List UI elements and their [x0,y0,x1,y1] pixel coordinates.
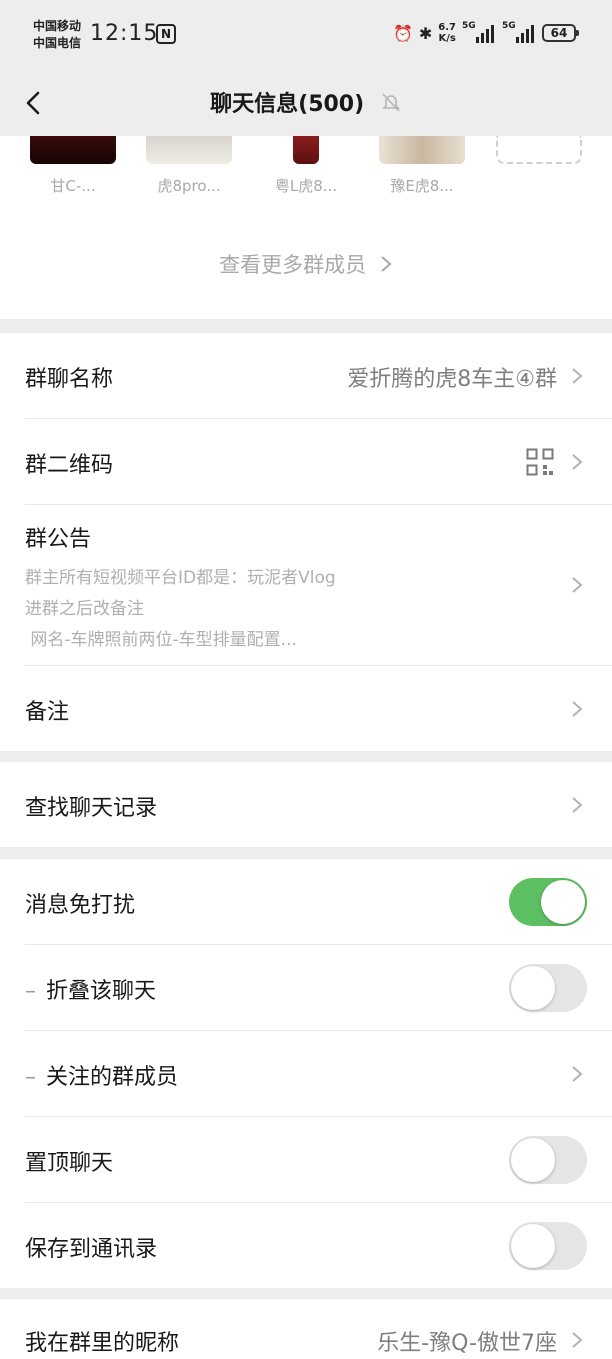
pin-chat-row: 置顶聊天 [25,1117,612,1203]
group-nickname-label: 我在群里的昵称 [25,1331,180,1356]
page-title-text: 聊天信息(500) [210,92,365,117]
member-item[interactable]: 粤L虎8... [261,136,351,196]
signal-1-label: 5G [462,21,476,31]
carrier-info: 中国移动 中国电信 [33,18,81,52]
group-notice-row[interactable]: 群公告 群主所有短视频平台ID都是：玩泥者Vlog 进群之后改备注 网名-车牌照… [25,505,612,666]
search-card: 查找聊天记录 [0,762,612,847]
avatar [379,136,465,164]
fold-chat-text: 折叠该聊天 [46,979,157,1004]
indent-dash: – [25,1065,36,1090]
member-item[interactable]: 甘C-... [28,136,118,196]
carrier-2: 中国电信 [33,36,82,50]
group-nickname-row[interactable]: 我在群里的昵称 乐生-豫Q-傲世7座 [25,1299,612,1359]
nickname-card: 我在群里的昵称 乐生-豫Q-傲世7座 [0,1299,612,1359]
group-notice-text: 群主所有短视频平台ID都是：玩泥者Vlog 进群之后改备注 网名-车牌照前两位-… [25,563,336,656]
speed-value: 6.7 [438,22,456,33]
group-notice-label: 群公告 [25,527,92,552]
signal-icon-2: 5G [502,21,536,43]
group-info-card: 群聊名称 爱折腾的虎8车主④群 群二维码 群公告 群主所有短视频平台ID都是：玩… [0,333,612,751]
indent-dash: – [25,979,36,1004]
qr-code-icon [526,448,554,476]
alarm-icon: ⏰ [392,23,413,43]
nfc-icon: N [156,24,176,44]
member-item[interactable]: 豫E虎8... [377,136,467,196]
do-not-disturb-label: 消息免打扰 [25,893,136,918]
battery-icon: 64 [542,24,579,42]
pin-chat-label: 置顶聊天 [25,1151,114,1176]
save-to-contacts-toggle[interactable] [509,1222,587,1270]
followed-members-label: – 关注的群成员 [25,1059,178,1091]
carrier-1: 中国移动 [33,19,82,33]
remark-label: 备注 [25,700,70,725]
followed-members-text: 关注的群成员 [46,1065,179,1090]
view-more-members-link[interactable]: 查看更多群成员 [0,249,612,279]
group-name-row[interactable]: 群聊名称 爱折腾的虎8车主④群 [25,333,612,419]
toggle-knob [511,1138,555,1182]
chevron-right-icon [572,577,583,593]
remark-row[interactable]: 备注 [25,666,612,751]
signal-2-label: 5G [502,21,516,31]
do-not-disturb-toggle[interactable] [509,878,587,926]
toggle-knob [511,1224,555,1268]
notice-line: 群主所有短视频平台ID都是：玩泥者Vlog [25,568,336,588]
member-name: 粤L虎8... [274,177,338,195]
avatar [146,136,232,164]
group-nickname-value: 乐生-豫Q-傲世7座 [377,1331,557,1356]
avatar [263,136,349,164]
toggle-knob [541,880,585,924]
signal-icon-1: 5G [462,21,496,43]
chevron-right-icon [572,454,583,470]
group-name-value: 爱折腾的虎8车主④群 [347,367,557,392]
toggle-knob [511,966,555,1010]
page-title: 聊天信息(500) [0,86,612,119]
muted-bell-icon [380,91,402,119]
chevron-right-icon [572,1332,583,1348]
status-bar: 中国移动 中国电信 12:15 N ⏰ ✱ 6.7 K/s 5G 5G 64 [0,0,612,72]
group-qr-row[interactable]: 群二维码 [25,419,612,505]
chevron-right-icon [572,1066,583,1082]
notice-line: 进群之后改备注 [25,599,144,619]
chevron-right-icon [572,368,583,384]
chevron-right-icon [572,797,583,813]
bluetooth-icon: ✱ [418,23,433,43]
add-member-button[interactable] [494,136,584,164]
member-item[interactable]: 虎8pro... [144,136,234,196]
save-to-contacts-label: 保存到通讯录 [25,1237,158,1262]
do-not-disturb-row: 消息免打扰 [25,859,612,945]
nav-bar: 聊天信息(500) [0,72,612,136]
add-member-icon [496,136,582,164]
save-to-contacts-row: 保存到通讯录 [25,1203,612,1288]
chevron-right-icon [572,701,583,717]
followed-members-row[interactable]: – 关注的群成员 [25,1031,612,1117]
avatar [30,136,116,164]
group-members-section: 甘C-... 虎8pro... 粤L虎8... 豫E虎8... 查看更多群成员 [0,136,612,319]
notice-line: 网名-车牌照前两位-车型排量配置... [25,630,297,650]
status-time: 12:15 [90,21,159,46]
group-name-label: 群聊名称 [25,367,114,392]
search-history-label: 查找聊天记录 [25,796,158,821]
search-history-row[interactable]: 查找聊天记录 [25,762,612,847]
fold-chat-label: – 折叠该聊天 [25,973,156,1005]
member-name: 虎8pro... [157,177,221,195]
speed-unit: K/s [438,33,456,44]
chevron-right-icon [381,256,392,272]
member-name: 豫E虎8... [390,177,454,195]
member-name: 甘C-... [50,177,96,195]
group-qr-label: 群二维码 [25,453,114,478]
network-speed: 6.7 K/s [438,22,456,44]
view-more-members-label: 查看更多群成员 [219,253,367,277]
fold-chat-row: – 折叠该聊天 [25,945,612,1031]
chat-settings-card: 消息免打扰 – 折叠该聊天 – 关注的群成员 置顶聊天 保存到通讯录 [0,859,612,1288]
fold-chat-toggle[interactable] [509,964,587,1012]
pin-chat-toggle[interactable] [509,1136,587,1184]
